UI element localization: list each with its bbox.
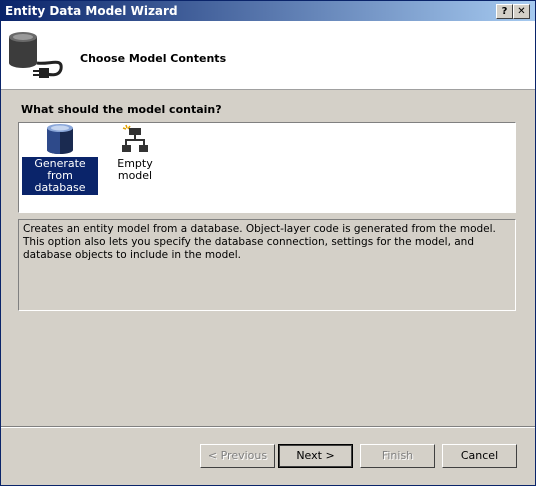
- cancel-button[interactable]: Cancel: [442, 444, 517, 468]
- close-button[interactable]: ✕: [513, 4, 530, 19]
- option-label: Generate from database: [22, 157, 98, 195]
- option-description: Creates an entity model from a database.…: [23, 223, 496, 261]
- empty-model-icon: [122, 124, 148, 152]
- wizard-header: Choose Model Contents: [1, 21, 535, 90]
- database-icon: [47, 124, 73, 154]
- finish-button[interactable]: Finish: [360, 444, 435, 468]
- title-bar[interactable]: Entity Data Model Wizard ? ✕: [1, 1, 535, 21]
- model-contents-question: What should the model contain?: [21, 103, 222, 116]
- help-button[interactable]: ?: [496, 4, 513, 19]
- wizard-window: Entity Data Model Wizard ? ✕ Choose Mode…: [0, 0, 536, 486]
- option-empty-model[interactable]: Empty model: [101, 123, 169, 183]
- next-button[interactable]: Next >: [278, 444, 353, 468]
- option-generate-from-database[interactable]: Generate from database: [22, 123, 98, 195]
- database-connection-icon: [9, 32, 63, 78]
- model-type-listbox[interactable]: Generate from database Empty model: [18, 122, 516, 213]
- window-title: Entity Data Model Wizard: [5, 4, 178, 18]
- page-title: Choose Model Contents: [80, 52, 227, 65]
- previous-button[interactable]: < Previous: [200, 444, 275, 468]
- option-label: Empty model: [117, 157, 153, 182]
- footer-separator: [1, 426, 535, 428]
- option-description-panel: Creates an entity model from a database.…: [18, 219, 516, 311]
